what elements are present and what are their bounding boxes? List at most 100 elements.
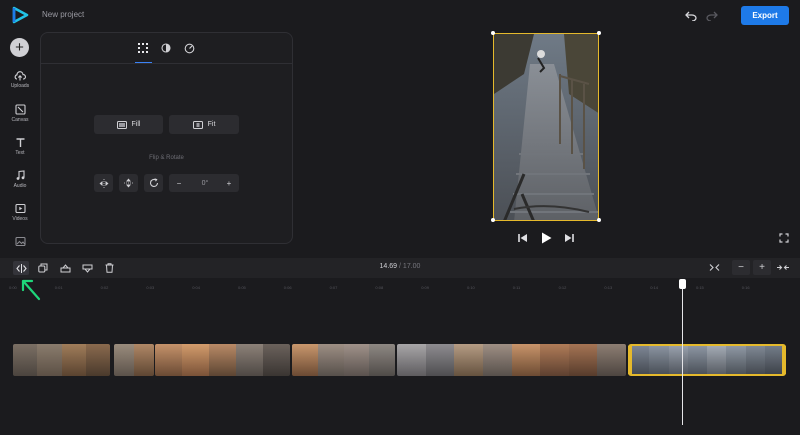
resize-handle[interactable] [491, 31, 495, 35]
video-preview[interactable] [493, 33, 599, 221]
rotate-decrease-button[interactable]: − [172, 174, 186, 192]
trash-icon [105, 263, 113, 273]
play-icon[interactable] [540, 232, 552, 244]
ruler-tick-label: 0:12 [558, 285, 567, 290]
top-bar [0, 0, 800, 32]
video-clip[interactable] [13, 344, 110, 376]
redo-icon[interactable] [705, 9, 719, 23]
resize-handle[interactable] [597, 31, 601, 35]
video-icon [14, 203, 26, 214]
playhead-handle[interactable] [679, 279, 686, 289]
fill-icon [116, 120, 127, 129]
sidebar-item-text[interactable]: Text [0, 137, 40, 163]
playhead[interactable] [682, 284, 683, 425]
rotate-icon [149, 178, 158, 187]
sidebar-item-label: Uploads [10, 83, 30, 89]
project-title[interactable]: New project [42, 10, 84, 19]
flip-horizontal-icon [99, 178, 108, 188]
current-time: 14.69 [379, 263, 398, 270]
export-button[interactable]: Export [741, 6, 789, 25]
rotate-increase-button[interactable]: + [222, 174, 236, 192]
speed-icon[interactable] [183, 42, 195, 54]
video-clip[interactable] [155, 344, 290, 376]
sidebar-item-uploads[interactable]: Uploads [0, 71, 40, 97]
clip-trim-handle-right[interactable] [782, 346, 786, 374]
ruler-tick-label: 0:06 [283, 285, 292, 290]
video-clip[interactable] [397, 344, 626, 376]
resize-handle[interactable] [491, 218, 495, 222]
fit-icon [192, 120, 203, 129]
selected-video-clip[interactable] [628, 344, 786, 376]
zoom-in-button[interactable]: + [753, 260, 771, 275]
ruler-tick-label: 0:10 [467, 285, 475, 290]
sidebar-item-label: Canvas [11, 117, 29, 123]
sidebar-item-canvas[interactable]: Canvas [0, 104, 40, 130]
ruler-tick-label: 0:15 [696, 285, 704, 290]
flip-vertical-button[interactable] [119, 174, 138, 192]
ruler-tick-label: 0:16 [741, 285, 750, 290]
fill-button[interactable]: Fill [94, 115, 163, 134]
expand-timeline-button[interactable] [774, 260, 792, 275]
trim-end-button[interactable] [79, 261, 95, 275]
zoom-out-button[interactable]: − [732, 260, 750, 275]
undo-icon[interactable] [684, 9, 698, 23]
annotation-arrow-icon [19, 276, 43, 302]
fit-timeline-button[interactable] [705, 260, 723, 275]
sidebar-item-label: Audio [13, 183, 27, 189]
skip-back-icon[interactable] [517, 232, 529, 244]
trim-start-button[interactable] [57, 261, 73, 275]
duration: 17.00 [402, 263, 421, 270]
ruler-tick-label: 0:13 [604, 285, 613, 290]
app-logo-icon[interactable] [11, 6, 29, 24]
split-button[interactable] [13, 261, 29, 275]
sidebar-item-videos[interactable]: Videos [0, 203, 40, 229]
rotate-button[interactable] [144, 174, 163, 192]
time-separator: / [399, 263, 401, 270]
timecode: 14.69 / 17.00 [370, 263, 430, 270]
sidebar-item-label: Videos [12, 216, 28, 222]
canvas-icon [14, 104, 26, 115]
fit-label: Fit [207, 121, 216, 128]
trim-icon [82, 264, 92, 273]
ruler-tick-label: 0:01 [54, 285, 63, 290]
video-clip[interactable] [292, 344, 395, 376]
image-icon [14, 236, 26, 247]
flip-vertical-icon [124, 178, 133, 188]
video-clip[interactable] [114, 344, 154, 376]
music-icon [16, 170, 25, 180]
clip-trim-handle-left[interactable] [628, 346, 632, 374]
duplicate-icon [38, 263, 48, 273]
resize-handle[interactable] [597, 218, 601, 222]
ruler-tick-label: 0:04 [192, 285, 200, 290]
sidebar-item-label: Text [15, 150, 25, 156]
cloud-upload-icon [14, 71, 26, 81]
active-tab-indicator [135, 62, 152, 63]
ruler-tick-label: 0:09 [421, 285, 429, 290]
plus-icon: + [15, 39, 24, 56]
split-icon [15, 263, 27, 273]
trim-icon [60, 263, 70, 272]
ruler-tick-label: 0:00 [9, 285, 17, 290]
duplicate-button[interactable] [35, 261, 51, 275]
text-icon [16, 138, 24, 147]
flip-horizontal-button[interactable] [94, 174, 113, 192]
ruler-tick-label: 0:11 [512, 285, 521, 290]
fit-timeline-icon [709, 264, 719, 271]
skip-forward-icon[interactable] [563, 232, 575, 244]
fit-button[interactable]: Fit [169, 115, 239, 134]
expand-icon [777, 265, 789, 270]
contrast-icon[interactable] [160, 42, 172, 54]
ruler-tick-label: 0:02 [100, 285, 109, 290]
sidebar-item-audio[interactable]: Audio [0, 170, 40, 196]
rotate-value[interactable]: 0° [190, 174, 220, 192]
ruler-tick-label: 0:03 [146, 285, 155, 290]
ruler-tick-label: 0:14 [650, 285, 658, 290]
fill-label: Fill [131, 121, 141, 128]
ruler-tick-label: 0:05 [238, 285, 246, 290]
flip-rotate-label: Flip & Rotate [149, 155, 184, 161]
grid-icon[interactable] [137, 42, 149, 54]
ruler-tick-label: 0:07 [329, 285, 338, 290]
fullscreen-icon[interactable] [778, 232, 790, 244]
delete-button[interactable] [101, 261, 117, 275]
add-media-button[interactable]: + [10, 38, 29, 57]
